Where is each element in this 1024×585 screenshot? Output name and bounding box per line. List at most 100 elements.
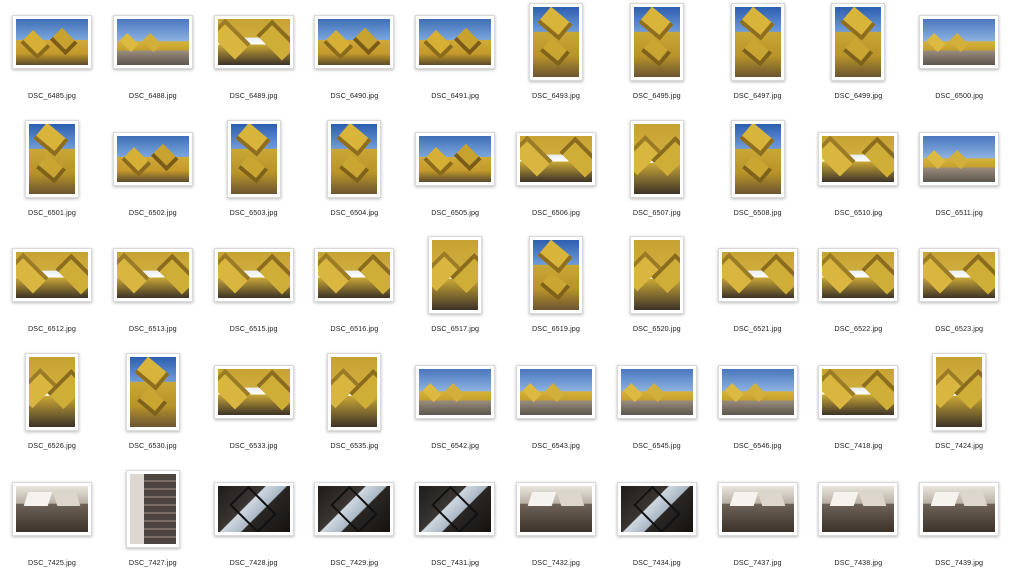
thumbnail-item[interactable]: DSC_6499.jpg <box>808 2 908 118</box>
thumbnail-item[interactable]: DSC_7431.jpg <box>405 469 505 585</box>
thumbnail-item[interactable]: DSC_6535.jpg <box>304 352 404 468</box>
thumbnail-image[interactable] <box>12 15 92 69</box>
thumbnail-item[interactable]: DSC_6521.jpg <box>708 235 808 351</box>
thumbnail-image[interactable] <box>213 481 294 536</box>
thumbnail-image[interactable] <box>125 469 180 548</box>
thumbnail-item[interactable]: DSC_6546.jpg <box>708 352 808 468</box>
thumbnail-image[interactable] <box>629 3 684 81</box>
thumbnail-image[interactable] <box>629 119 684 198</box>
thumbnail-item[interactable]: DSC_6489.jpg <box>204 2 304 118</box>
thumbnail-item[interactable]: DSC_6485.jpg <box>2 2 102 118</box>
thumbnail-item[interactable]: DSC_6511.jpg <box>909 119 1009 235</box>
thumbnail-image[interactable] <box>226 119 281 198</box>
thumbnail-image[interactable] <box>616 481 697 536</box>
thumbnail-image[interactable] <box>516 365 596 420</box>
thumbnail-item[interactable]: DSC_7427.jpg <box>103 469 203 585</box>
thumbnail-image[interactable] <box>112 131 193 186</box>
thumbnail-item[interactable]: DSC_6520.jpg <box>607 235 707 351</box>
thumbnail-item[interactable]: DSC_6497.jpg <box>708 2 808 118</box>
thumbnail-image[interactable] <box>717 365 798 420</box>
thumbnail-item[interactable]: DSC_6500.jpg <box>909 2 1009 118</box>
thumbnail-item[interactable]: DSC_7437.jpg <box>708 469 808 585</box>
thumbnail-item[interactable]: DSC_6495.jpg <box>607 2 707 118</box>
thumbnail-image[interactable] <box>314 481 395 536</box>
thumbnail-item[interactable]: DSC_6490.jpg <box>304 2 404 118</box>
thumbnail-item[interactable]: DSC_6522.jpg <box>808 235 908 351</box>
thumbnail-item[interactable]: DSC_6543.jpg <box>506 352 606 468</box>
thumbnail-item[interactable]: DSC_7434.jpg <box>607 469 707 585</box>
thumbnail-image[interactable] <box>415 131 496 186</box>
thumbnail-item[interactable]: DSC_7428.jpg <box>204 469 304 585</box>
thumbnail-item[interactable]: DSC_7425.jpg <box>2 469 102 585</box>
thumbnail-item[interactable]: DSC_6545.jpg <box>607 352 707 468</box>
thumbnail-image[interactable] <box>213 15 294 69</box>
thumbnail-image[interactable] <box>213 365 294 420</box>
thumbnail-item[interactable]: DSC_6513.jpg <box>103 235 203 351</box>
thumbnail-image[interactable] <box>818 248 899 303</box>
thumbnail-image[interactable] <box>629 236 684 315</box>
thumbnail-image[interactable] <box>314 15 395 69</box>
thumbnail-item[interactable]: DSC_6507.jpg <box>607 119 707 235</box>
thumbnail-image[interactable] <box>919 248 1000 303</box>
thumbnail-image[interactable] <box>213 248 294 303</box>
thumbnail-item[interactable]: DSC_6542.jpg <box>405 352 505 468</box>
thumbnail-image[interactable] <box>717 481 798 536</box>
thumbnail-item[interactable]: DSC_6503.jpg <box>204 119 304 235</box>
thumbnail-item[interactable]: DSC_6530.jpg <box>103 352 203 468</box>
thumbnail-item[interactable]: DSC_6493.jpg <box>506 2 606 118</box>
thumbnail-image[interactable] <box>831 3 886 81</box>
thumbnail-item[interactable]: DSC_6516.jpg <box>304 235 404 351</box>
thumbnail-image[interactable] <box>327 119 382 198</box>
thumbnail-image[interactable] <box>12 248 92 303</box>
thumbnail-item[interactable]: DSC_6519.jpg <box>506 235 606 351</box>
thumbnail-image[interactable] <box>327 353 382 432</box>
thumbnail-image[interactable] <box>529 236 583 315</box>
thumbnail-image[interactable] <box>730 119 785 198</box>
thumbnail-image[interactable] <box>112 248 193 303</box>
thumbnail-image[interactable] <box>12 481 92 536</box>
thumbnail-image[interactable] <box>818 365 899 420</box>
thumbnail-item[interactable]: DSC_6523.jpg <box>909 235 1009 351</box>
thumbnail-image[interactable] <box>314 248 395 303</box>
thumbnail-item[interactable]: DSC_7418.jpg <box>808 352 908 468</box>
thumbnail-image[interactable] <box>415 481 496 536</box>
thumbnail-item[interactable]: DSC_6517.jpg <box>405 235 505 351</box>
thumbnail-image[interactable] <box>25 119 79 198</box>
thumbnail-image[interactable] <box>919 131 1000 186</box>
thumbnail-item[interactable]: DSC_6526.jpg <box>2 352 102 468</box>
thumbnail-image[interactable] <box>415 365 496 420</box>
thumbnail-item[interactable]: DSC_6488.jpg <box>103 2 203 118</box>
thumbnail-item[interactable]: DSC_6491.jpg <box>405 2 505 118</box>
thumbnail-item[interactable]: DSC_7429.jpg <box>304 469 404 585</box>
thumbnail-image[interactable] <box>919 15 1000 69</box>
thumbnail-item[interactable]: DSC_6501.jpg <box>2 119 102 235</box>
thumbnail-image[interactable] <box>516 481 596 536</box>
thumbnail-image[interactable] <box>516 131 596 186</box>
thumbnail-image[interactable] <box>717 248 798 303</box>
thumbnail-image[interactable] <box>428 236 483 315</box>
thumbnail-image[interactable] <box>932 353 987 432</box>
thumbnail-image[interactable] <box>730 3 785 81</box>
thumbnail-item[interactable]: DSC_6506.jpg <box>506 119 606 235</box>
thumbnail-image[interactable] <box>112 15 193 69</box>
thumbnail-image[interactable] <box>25 353 79 432</box>
thumbnail-item[interactable]: DSC_7432.jpg <box>506 469 606 585</box>
thumbnail-image[interactable] <box>415 15 496 69</box>
thumbnail-item[interactable]: DSC_7438.jpg <box>808 469 908 585</box>
thumbnail-item[interactable]: DSC_6508.jpg <box>708 119 808 235</box>
thumbnail-item[interactable]: DSC_6533.jpg <box>204 352 304 468</box>
thumbnail-item[interactable]: DSC_6512.jpg <box>2 235 102 351</box>
thumbnail-item[interactable]: DSC_6510.jpg <box>808 119 908 235</box>
thumbnail-item[interactable]: DSC_6504.jpg <box>304 119 404 235</box>
thumbnail-image[interactable] <box>818 481 899 536</box>
thumbnail-image[interactable] <box>616 365 697 420</box>
thumbnail-image[interactable] <box>919 481 1000 536</box>
thumbnail-item[interactable]: DSC_7439.jpg <box>909 469 1009 585</box>
thumbnail-item[interactable]: DSC_7424.jpg <box>909 352 1009 468</box>
thumbnail-image[interactable] <box>125 353 180 432</box>
thumbnail-item[interactable]: DSC_6515.jpg <box>204 235 304 351</box>
thumbnail-image[interactable] <box>529 3 583 81</box>
thumbnail-item[interactable]: DSC_6505.jpg <box>405 119 505 235</box>
thumbnail-item[interactable]: DSC_6502.jpg <box>103 119 203 235</box>
thumbnail-image[interactable] <box>818 131 899 186</box>
